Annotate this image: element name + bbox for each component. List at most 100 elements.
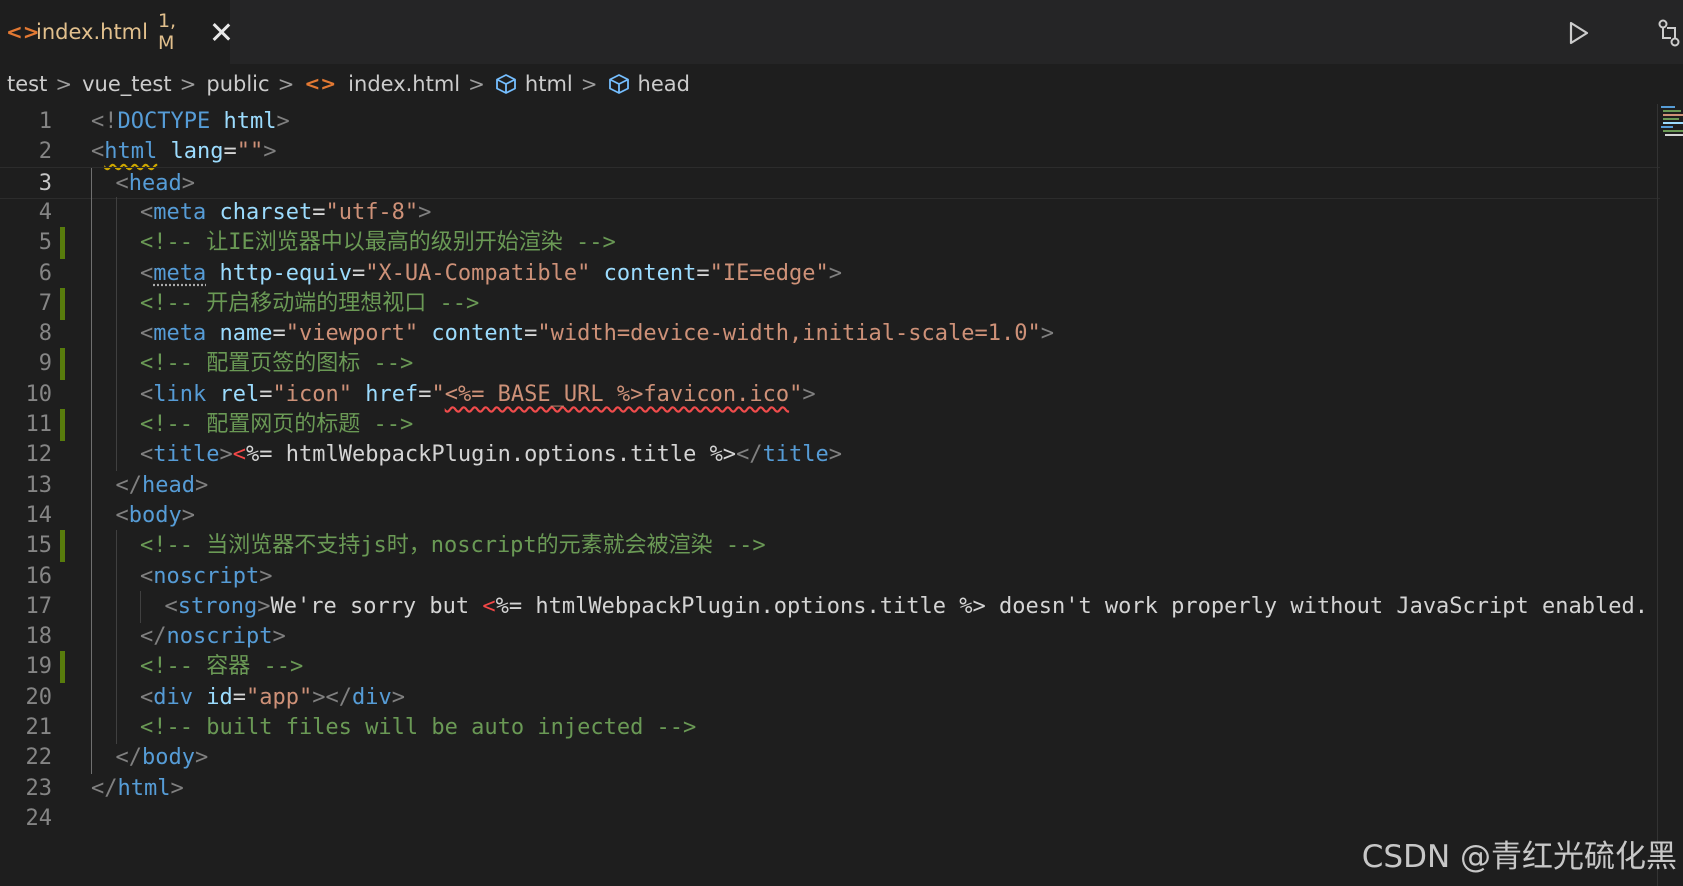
code-line[interactable]: 23 </html> <box>0 773 1660 805</box>
minimap[interactable] <box>1658 104 1683 164</box>
code-line[interactable]: 7 <!-- 开启移动端的理想视口 --> <box>0 287 1660 320</box>
tab-label: index.html <box>36 20 148 44</box>
code-token: < <box>482 593 496 619</box>
code-line[interactable]: 21 <!-- built files will be auto injected… <box>0 712 1660 744</box>
code-line[interactable]: 3 <head> <box>0 166 1660 200</box>
indent-guide <box>115 681 117 714</box>
breadcrumb-item-html[interactable]: html <box>525 72 573 96</box>
code-content: <!-- 容器 --> <box>140 651 303 683</box>
code-line[interactable]: 15 <!-- 当浏览器不支持js时，noscript的元素就会被渲染 --> <box>0 530 1660 563</box>
code-token: <!-- built files will be auto injected -… <box>140 715 697 740</box>
modified-line-indicator[interactable] <box>60 287 65 320</box>
code-token: = <box>259 381 273 407</box>
breadcrumb-item-test[interactable]: test <box>7 72 47 96</box>
line-number: 21 <box>25 715 53 740</box>
code-token: > <box>219 442 233 468</box>
code-token: id <box>206 684 233 710</box>
code-line[interactable]: 9 <!-- 配置页签的图标 --> <box>0 348 1660 381</box>
code-line[interactable]: 14 <body> <box>0 499 1660 532</box>
modified-line-indicator[interactable] <box>60 651 65 684</box>
code-line[interactable]: 8 <meta name="viewport" content="width=de… <box>0 318 1660 351</box>
indent-guide <box>91 560 92 593</box>
line-number: 5 <box>38 230 52 256</box>
code-line[interactable]: 10 <link rel="icon" href="<%= BASE_URL %>… <box>0 378 1660 411</box>
code-content: <head> <box>116 168 195 200</box>
code-token: content <box>431 321 525 347</box>
compare-changes-icon[interactable] <box>1655 18 1683 48</box>
modified-line-indicator[interactable] <box>60 530 65 563</box>
scrollbar-track[interactable] <box>1657 104 1658 886</box>
line-number: 19 <box>25 654 53 680</box>
line-number: 23 <box>25 775 53 801</box>
tab-index-html[interactable]: <> index.html 1, M <box>0 0 230 64</box>
code-line[interactable]: 16 <noscript> <box>0 560 1660 593</box>
modified-line-indicator[interactable] <box>60 227 65 260</box>
code-line[interactable]: 1 <!DOCTYPE html> <box>0 106 1660 138</box>
code-token: %= htmlWebpackPlugin.options.title %> do… <box>495 593 1648 619</box>
chevron-right-icon: > <box>277 72 295 96</box>
code-token: %= htmlWebpackPlugin.options.title %> <box>245 442 737 468</box>
breadcrumb-item-file[interactable]: index.html <box>348 72 460 96</box>
tab-problem-badge: 1, M <box>157 10 177 54</box>
modified-line-indicator[interactable] <box>60 409 65 441</box>
code-line[interactable]: 6 <meta http-equiv="X-UA-Compatible" cont… <box>0 257 1660 290</box>
code-content: <link rel="icon" href="<%= BASE_URL %>fa… <box>140 379 816 411</box>
code-token: > <box>170 775 184 801</box>
code-token: > <box>276 109 290 134</box>
indent-guide <box>91 530 92 563</box>
indent-guide <box>91 590 92 623</box>
code-line[interactable]: 17 <strong>We're sorry but <%= htmlWebpac… <box>0 590 1660 623</box>
modified-line-indicator[interactable] <box>60 348 65 381</box>
line-number: 1 <box>38 109 52 134</box>
code-token: <!-- 让IE浏览器中以最高的级别开始渲染 --> <box>140 230 616 256</box>
code-editor[interactable]: 1 <!DOCTYPE html> 2 <html lang=""> 3 <head> 4 <… <box>0 104 1683 886</box>
line-number: 8 <box>38 321 52 347</box>
line-number: 6 <box>38 260 52 286</box>
indent-guide <box>91 469 92 502</box>
code-token: title <box>153 442 220 468</box>
code-token: "utf-8" <box>325 199 419 225</box>
code-token: </ <box>140 624 167 650</box>
breadcrumb-item-public[interactable]: public <box>206 72 269 96</box>
code-line[interactable]: 13 </head> <box>0 469 1660 502</box>
code-token: lang <box>170 139 224 165</box>
code-line[interactable]: 5 <!-- 让IE浏览器中以最高的级别开始渲染 --> <box>0 227 1660 260</box>
line-number: 12 <box>25 442 53 468</box>
code-content: <body> <box>116 500 195 532</box>
code-token: ></ <box>312 684 352 710</box>
line-number: 3 <box>38 170 52 196</box>
code-token: < <box>164 593 178 619</box>
code-line[interactable]: 11 <!-- 配置网页的标题 --> <box>0 409 1660 441</box>
code-line[interactable]: 20 <div id="app"></div> <box>0 681 1660 714</box>
code-token: > <box>828 260 843 286</box>
code-token: "IE=edge" <box>709 260 829 286</box>
code-line[interactable]: 4 <meta charset="utf-8"> <box>0 196 1660 229</box>
code-token: href <box>365 381 419 407</box>
indent-guide <box>91 287 92 320</box>
code-line[interactable]: 18 </noscript> <box>0 621 1660 654</box>
code-token: < <box>140 442 154 468</box>
code-line[interactable]: 22 </body> <box>0 742 1660 775</box>
indent-guide <box>115 227 117 260</box>
chevron-right-icon: > <box>468 72 485 96</box>
code-token: <!-- 配置页签的图标 --> <box>140 351 414 377</box>
code-token: title <box>762 442 829 468</box>
code-token: body <box>128 502 182 528</box>
code-line[interactable]: 19 <!-- 容器 --> <box>0 651 1660 684</box>
code-token: < <box>115 502 129 528</box>
code-line[interactable]: 12 <title><%= htmlWebpackPlugin.options.t… <box>0 439 1660 472</box>
code-content: <html lang=""> <box>91 136 276 168</box>
indent-guide <box>91 681 92 714</box>
close-icon[interactable] <box>210 21 230 43</box>
breadcrumb-item-vue-test[interactable]: vue_test <box>82 72 172 96</box>
indent-guide <box>91 227 92 260</box>
chevron-right-icon: > <box>580 72 598 96</box>
breadcrumb-item-head[interactable]: head <box>638 72 690 96</box>
code-token: "icon" <box>272 381 352 407</box>
code-line[interactable]: 2 <html lang=""> <box>0 136 1660 168</box>
run-icon[interactable] <box>1567 20 1591 46</box>
code-token: div <box>351 684 392 710</box>
